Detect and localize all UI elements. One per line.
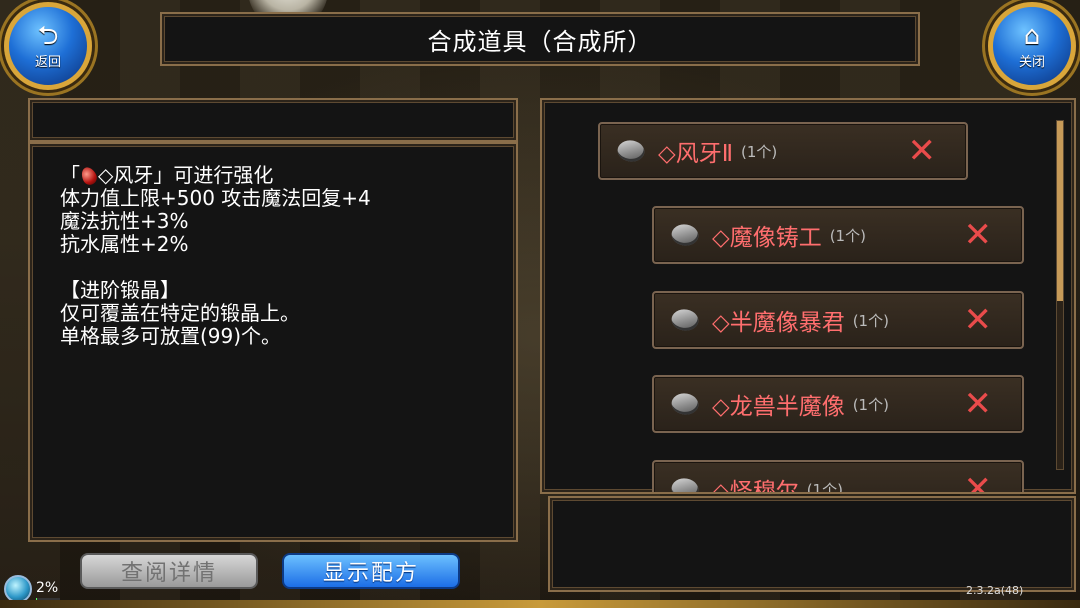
status-orb-icon (4, 575, 32, 603)
desc-line-5: 【进阶锻晶】 (60, 278, 180, 302)
desc-line-6: 仅可覆盖在特定的锻晶上。 (60, 301, 300, 325)
material-name: ◇怪穆尔 (712, 479, 799, 494)
scrollbar[interactable] (1056, 120, 1064, 470)
material-item[interactable]: ◇龙兽半魔像 (1个) ✕ (652, 375, 1024, 433)
back-button[interactable]: ⮌ 返回 (4, 2, 92, 90)
remove-x-icon[interactable]: ✕ (964, 472, 993, 492)
desc-line-1: 「 ◇风牙」可进行强化 (60, 163, 486, 188)
material-name: ◇龙兽半魔像 (712, 394, 845, 420)
feather-icon (668, 387, 702, 421)
result-panel (548, 496, 1076, 592)
close-label: 关闭 (1018, 54, 1045, 70)
info-panel-header (28, 98, 518, 142)
back-label: 返回 (34, 54, 61, 70)
red-gem-icon (78, 164, 100, 188)
feather-icon (668, 472, 702, 492)
material-list-panel[interactable]: ◇风牙Ⅱ (1个) ✕ ◇魔像铸工 (1个) ✕ ◇半魔像暴君 (1个) ✕ ◇… (540, 98, 1076, 494)
feather-icon (614, 134, 648, 168)
material-item[interactable]: ◇半魔像暴君 (1个) ✕ (652, 291, 1024, 349)
view-details-button[interactable]: 查阅详情 (80, 553, 258, 589)
home-icon: ⌂ (1023, 20, 1041, 51)
material-count: (1个) (852, 311, 889, 330)
bottom-frame (0, 600, 1080, 608)
progress-percent: 2% (36, 580, 59, 596)
remove-x-icon[interactable]: ✕ (964, 387, 993, 421)
material-name: ◇风牙Ⅱ (658, 141, 734, 167)
close-button[interactable]: ⌂ 关闭 (988, 2, 1076, 90)
return-arrow-icon: ⮌ (37, 20, 59, 51)
material-name: ◇半魔像暴君 (712, 310, 845, 336)
title-bar: 合成道具（合成所） (160, 12, 920, 66)
material-count: (1个) (741, 142, 778, 161)
version-label: 2.3.2a(48) (966, 584, 1024, 597)
material-item[interactable]: ◇怪穆尔 (1个) ✕ (652, 460, 1024, 494)
remove-x-icon[interactable]: ✕ (908, 134, 937, 168)
material-item[interactable]: ◇魔像铸工 (1个) ✕ (652, 206, 1024, 264)
show-recipe-button[interactable]: 显示配方 (282, 553, 460, 589)
feather-icon (668, 303, 702, 337)
desc-line-7: 单格最多可放置(99)个。 (60, 324, 282, 348)
desc-line-2: 体力值上限+500 攻击魔法回复+4 (60, 186, 371, 210)
item-description-panel: 「 ◇风牙」可进行强化 体力值上限+500 攻击魔法回复+4 魔法抗性+3% 抗水… (28, 142, 518, 542)
desc-bracket: 「 (60, 163, 80, 187)
material-count: (1个) (852, 395, 889, 414)
remove-x-icon[interactable]: ✕ (964, 218, 993, 252)
desc-line-4: 抗水属性+2% (60, 232, 189, 256)
desc-line-3: 魔法抗性+3% (60, 209, 189, 233)
remove-x-icon[interactable]: ✕ (964, 303, 993, 337)
material-item[interactable]: ◇风牙Ⅱ (1个) ✕ (598, 122, 968, 180)
feather-icon (668, 218, 702, 252)
desc-enhance: ◇风牙」可进行强化 (98, 163, 274, 187)
page-title: 合成道具（合成所） (427, 27, 653, 56)
scrollbar-thumb[interactable] (1057, 121, 1063, 301)
desc-spacer (60, 256, 486, 279)
material-count: (1个) (806, 480, 843, 494)
material-count: (1个) (829, 226, 866, 245)
material-name: ◇魔像铸工 (712, 225, 822, 251)
